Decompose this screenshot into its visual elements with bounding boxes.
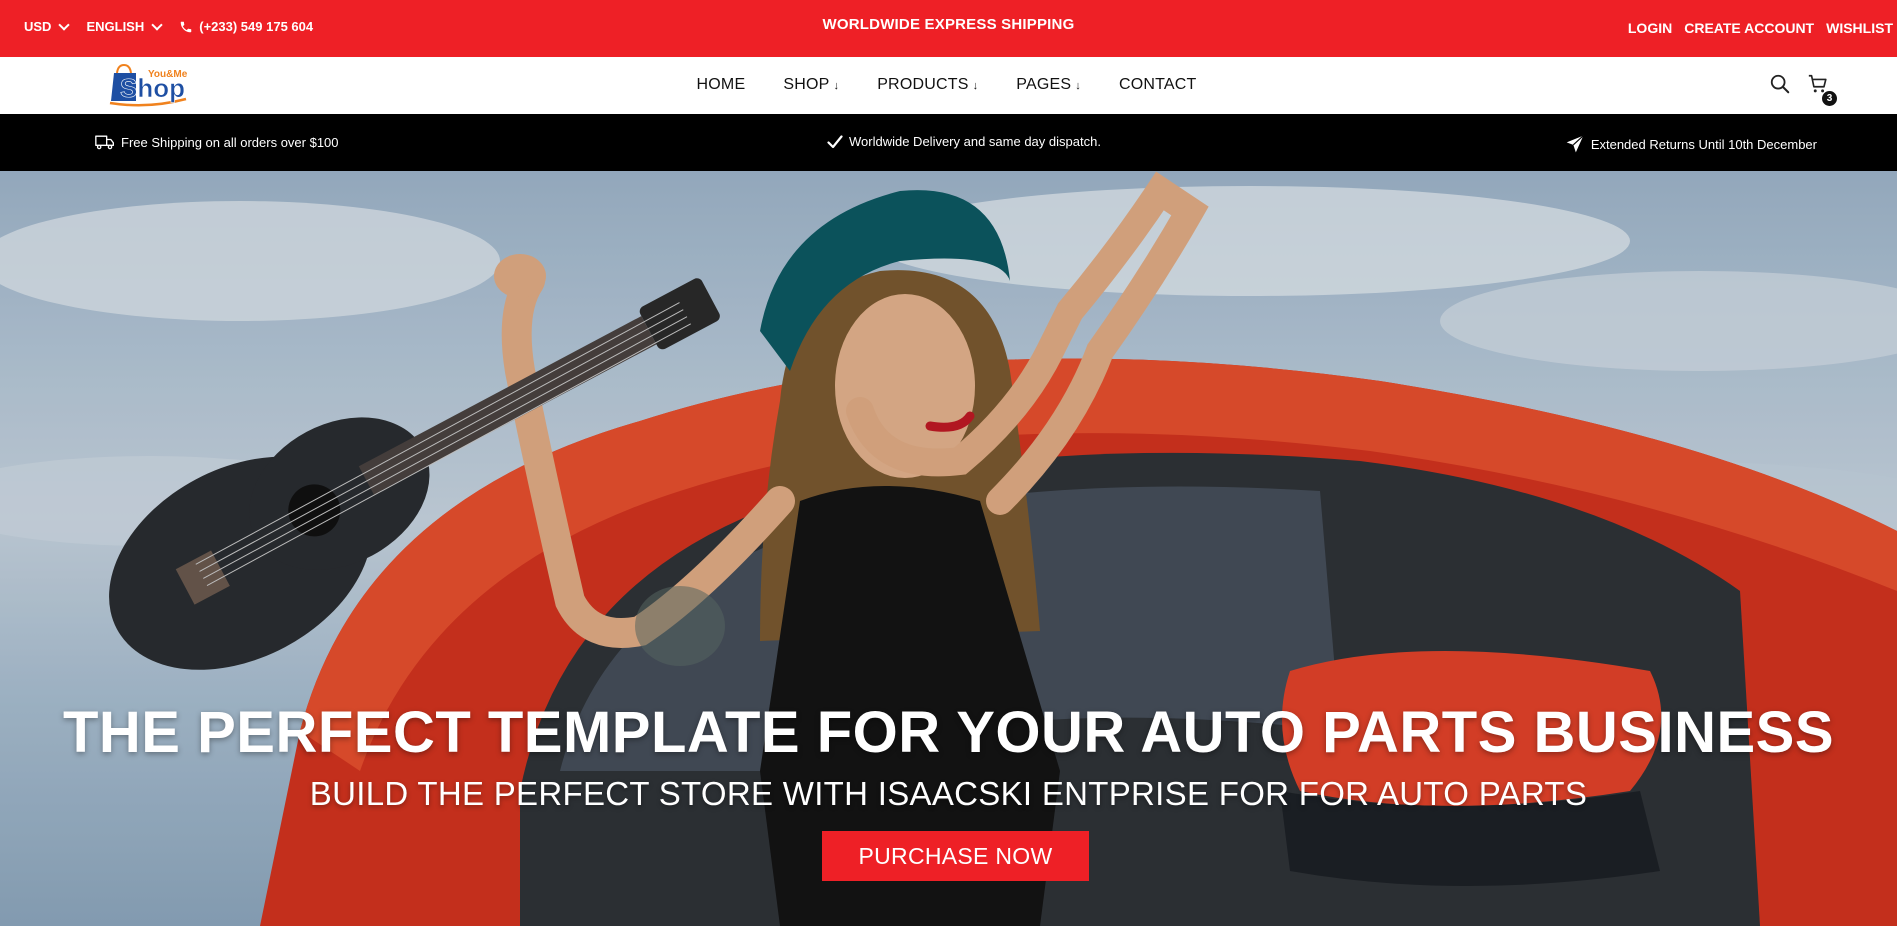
nav-home[interactable]: HOME bbox=[697, 76, 746, 94]
cart-count-badge: 3 bbox=[1822, 91, 1837, 106]
main-nav-bar: You&Me Shop HOME SHOP ↓ PRODUCTS ↓ PAGES… bbox=[0, 57, 1897, 114]
nav-contact[interactable]: CONTACT bbox=[1119, 76, 1197, 94]
currency-dropdown[interactable]: USD bbox=[24, 18, 71, 34]
info-free-shipping-text: Free Shipping on all orders over $100 bbox=[121, 134, 339, 150]
language-label: ENGLISH bbox=[86, 19, 145, 34]
nav-contact-label: CONTACT bbox=[1118, 76, 1197, 93]
top-bar: USD ENGLISH (+233) 549 175 604 WORLDWIDE… bbox=[0, 0, 1897, 57]
phone-contact[interactable]: (+233) 549 175 604 bbox=[179, 19, 313, 34]
wishlist-link[interactable]: WISHLIST bbox=[1826, 20, 1893, 36]
search-button[interactable] bbox=[1769, 73, 1791, 100]
arrow-down-icon: ↓ bbox=[833, 80, 840, 92]
info-delivery: Worldwide Delivery and same day dispatch… bbox=[827, 134, 1101, 149]
arrow-down-icon: ↓ bbox=[972, 80, 979, 92]
nav-pages[interactable]: PAGES ↓ bbox=[1016, 76, 1081, 94]
nav-home-label: HOME bbox=[696, 76, 746, 93]
nav-pages-label: PAGES bbox=[1016, 76, 1072, 93]
language-dropdown[interactable]: ENGLISH bbox=[86, 18, 163, 34]
truck-icon bbox=[95, 135, 115, 150]
nav-icons: 3 bbox=[1753, 73, 1837, 106]
nav-shop-label: SHOP bbox=[783, 76, 830, 93]
site-logo[interactable]: You&Me Shop bbox=[108, 63, 202, 107]
hero-title: THE PERFECT TEMPLATE FOR YOUR AUTO PARTS… bbox=[62, 700, 1835, 765]
cart-button[interactable]: 3 bbox=[1807, 73, 1837, 106]
main-menu: HOME SHOP ↓ PRODUCTS ↓ PAGES ↓ CONTACT bbox=[0, 76, 1897, 94]
chevron-down-icon bbox=[58, 18, 71, 31]
info-returns-text: Extended Returns Until 10th December bbox=[1590, 136, 1817, 152]
chevron-down-icon bbox=[151, 18, 163, 31]
nav-products[interactable]: PRODUCTS ↓ bbox=[877, 76, 978, 94]
nav-shop[interactable]: SHOP ↓ bbox=[783, 76, 839, 94]
currency-label: USD bbox=[24, 19, 52, 34]
info-free-shipping: Free Shipping on all orders over $100 bbox=[95, 134, 339, 150]
hero-banner: THE PERFECT TEMPLATE FOR YOUR AUTO PARTS… bbox=[0, 171, 1897, 926]
info-returns: Extended Returns Until 10th December bbox=[1565, 134, 1817, 154]
top-bar-left: USD ENGLISH (+233) 549 175 604 bbox=[24, 18, 313, 34]
logo-main-text: Shop bbox=[120, 73, 185, 103]
announcement-text: WORLDWIDE EXPRESS SHIPPING bbox=[822, 16, 1075, 33]
purchase-now-button[interactable]: PURCHASE NOW bbox=[822, 831, 1089, 881]
arrow-down-icon: ↓ bbox=[1075, 80, 1081, 92]
account-links: LOGIN CREATE ACCOUNT WISHLIST bbox=[1616, 20, 1893, 36]
login-link[interactable]: LOGIN bbox=[1628, 20, 1672, 36]
search-icon bbox=[1770, 74, 1790, 94]
check-icon bbox=[827, 134, 843, 148]
phone-number: (+233) 549 175 604 bbox=[199, 19, 314, 34]
create-account-link[interactable]: CREATE ACCOUNT bbox=[1684, 20, 1814, 36]
info-delivery-text: Worldwide Delivery and same day dispatch… bbox=[849, 134, 1101, 149]
nav-products-label: PRODUCTS bbox=[877, 76, 969, 93]
paper-plane-icon bbox=[1566, 135, 1584, 153]
hero-subtitle: BUILD THE PERFECT STORE WITH ISAACSKI EN… bbox=[309, 775, 1588, 812]
phone-icon bbox=[181, 21, 192, 32]
info-bar: Free Shipping on all orders over $100 Wo… bbox=[0, 114, 1897, 171]
